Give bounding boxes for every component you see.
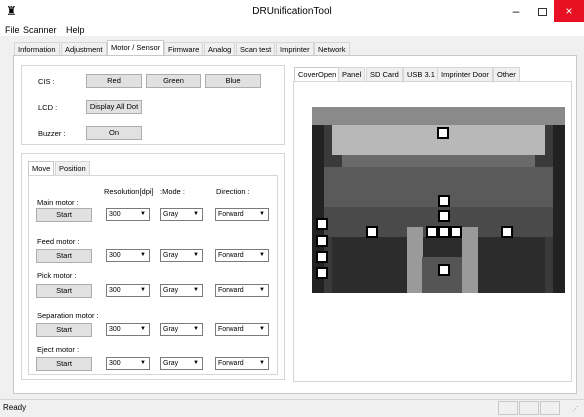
- sensor-marker[interactable]: [438, 226, 450, 238]
- buzzer-label: Buzzer :: [38, 129, 66, 138]
- pick-motor-resolution-select[interactable]: 300 ▼: [106, 284, 150, 297]
- main-motor-resolution-select[interactable]: 300 ▼: [106, 208, 150, 221]
- main-motor-direction-select[interactable]: Forward ▼: [215, 208, 269, 221]
- sensor-marker[interactable]: [438, 195, 450, 207]
- pick-motor-mode-select[interactable]: Gray ▼: [160, 284, 203, 297]
- maximize-button[interactable]: [528, 0, 556, 22]
- menu-bar: [0, 22, 584, 36]
- dropdown-arrow-icon: ▼: [259, 211, 265, 217]
- window-title: DRUnificationTool: [252, 6, 332, 17]
- dropdown-arrow-icon: ▼: [193, 326, 199, 332]
- tab-other[interactable]: Other: [493, 67, 520, 81]
- main-motor-mode-select[interactable]: Gray ▼: [160, 208, 203, 221]
- sensor-marker[interactable]: [316, 235, 328, 247]
- pick-motor-direction-select[interactable]: Forward ▼: [215, 284, 269, 297]
- feed-motor-direction-select[interactable]: Forward ▼: [215, 249, 269, 262]
- feed-motor-resolution-select[interactable]: 300 ▼: [106, 249, 150, 262]
- tab-adjustment[interactable]: Adjustment: [61, 42, 107, 56]
- sensor-marker[interactable]: [437, 127, 449, 139]
- sensor-marker[interactable]: [438, 210, 450, 222]
- dropdown-arrow-icon: ▼: [259, 326, 265, 332]
- resize-grip-icon[interactable]: ⋰: [572, 405, 579, 413]
- cis-red-button[interactable]: Red: [86, 74, 142, 88]
- buzzer-on-button[interactable]: On: [86, 126, 142, 140]
- dropdown-arrow-icon: ▼: [193, 211, 199, 217]
- pick-motor-label: Pick motor :: [37, 271, 77, 280]
- separation-motor-direction-select[interactable]: Forward ▼: [215, 323, 269, 336]
- eject-motor-start-button[interactable]: Start: [36, 357, 92, 371]
- eject-motor-label: Eject motor :: [37, 345, 80, 354]
- eject-motor-direction-select[interactable]: Forward ▼: [215, 357, 269, 370]
- separation-motor-start-button[interactable]: Start: [36, 323, 92, 337]
- separation-motor-label: Separation motor :: [37, 311, 99, 320]
- subtab-move[interactable]: Move: [28, 161, 55, 176]
- dropdown-arrow-icon: ▼: [259, 252, 265, 258]
- sensor-marker[interactable]: [316, 218, 328, 230]
- sensor-marker[interactable]: [450, 226, 462, 238]
- sensor-marker[interactable]: [438, 264, 450, 276]
- sensor-marker[interactable]: [316, 251, 328, 263]
- dropdown-arrow-icon: ▼: [140, 326, 146, 332]
- tab-information[interactable]: Information: [14, 42, 60, 56]
- feed-motor-start-button[interactable]: Start: [36, 249, 92, 263]
- maximize-icon: [537, 7, 547, 16]
- tab-sd-card[interactable]: SD Card: [366, 67, 403, 81]
- sensor-marker[interactable]: [366, 226, 378, 238]
- cis-green-button[interactable]: Green: [146, 74, 201, 88]
- subtab-position[interactable]: Position: [55, 161, 90, 175]
- lcd-display-all-dot-button[interactable]: Display All Dot: [86, 100, 142, 114]
- resolution-header: Resolution[dpi]: [104, 187, 154, 196]
- tab-scan-test[interactable]: Scan test: [236, 42, 276, 56]
- menu-file[interactable]: File: [5, 25, 20, 35]
- dropdown-arrow-icon: ▼: [140, 360, 146, 366]
- direction-header: Direction :: [216, 187, 250, 196]
- dropdown-arrow-icon: ▼: [259, 287, 265, 293]
- tab-coveropen[interactable]: CoverOpen: [294, 67, 341, 82]
- sensor-marker[interactable]: [316, 267, 328, 279]
- sensor-marker[interactable]: [426, 226, 438, 238]
- minimize-button[interactable]: –: [502, 0, 530, 22]
- dropdown-arrow-icon: ▼: [140, 211, 146, 217]
- eject-motor-resolution-select[interactable]: 300 ▼: [106, 357, 150, 370]
- eject-motor-mode-select[interactable]: Gray ▼: [160, 357, 203, 370]
- feed-motor-label: Feed motor :: [37, 237, 80, 246]
- scanner-interior-image: [312, 107, 565, 293]
- mode-header: :Mode :: [160, 187, 186, 196]
- tab-imprinter[interactable]: Imprinter: [276, 42, 314, 56]
- menu-help[interactable]: Help: [66, 25, 85, 35]
- dropdown-arrow-icon: ▼: [193, 287, 199, 293]
- cis-blue-button[interactable]: Blue: [205, 74, 261, 88]
- dropdown-arrow-icon: ▼: [193, 252, 199, 258]
- status-panel: [519, 401, 539, 415]
- tab-panel[interactable]: Panel: [338, 67, 366, 81]
- dropdown-arrow-icon: ▼: [193, 360, 199, 366]
- lcd-label: LCD :: [38, 103, 58, 112]
- close-button[interactable]: ×: [554, 0, 584, 22]
- tab-firmware[interactable]: Firmware: [164, 42, 204, 56]
- menu-scanner[interactable]: Scanner: [23, 25, 57, 35]
- pick-motor-start-button[interactable]: Start: [36, 284, 92, 298]
- separation-motor-mode-select[interactable]: Gray ▼: [160, 323, 203, 336]
- dropdown-arrow-icon: ▼: [140, 252, 146, 258]
- cis-label: CIS :: [38, 77, 55, 86]
- status-text: Ready: [3, 403, 27, 412]
- tab-network[interactable]: Network: [314, 42, 350, 56]
- feed-motor-mode-select[interactable]: Gray ▼: [160, 249, 203, 262]
- tab-motor-sensor[interactable]: Motor / Sensor: [107, 40, 165, 56]
- tab-imprinter-door[interactable]: Imprinter Door: [437, 67, 493, 81]
- dropdown-arrow-icon: ▼: [140, 287, 146, 293]
- main-motor-label: Main motor :: [37, 198, 79, 207]
- status-panel: [498, 401, 518, 415]
- tab-analog[interactable]: Analog: [204, 42, 236, 56]
- main-motor-start-button[interactable]: Start: [36, 208, 92, 222]
- dropdown-arrow-icon: ▼: [259, 360, 265, 366]
- tab-usb-3-1[interactable]: USB 3.1: [403, 67, 439, 81]
- status-bar: [0, 399, 584, 417]
- separation-motor-resolution-select[interactable]: 300 ▼: [106, 323, 150, 336]
- sensor-marker[interactable]: [501, 226, 513, 238]
- status-panel: [540, 401, 560, 415]
